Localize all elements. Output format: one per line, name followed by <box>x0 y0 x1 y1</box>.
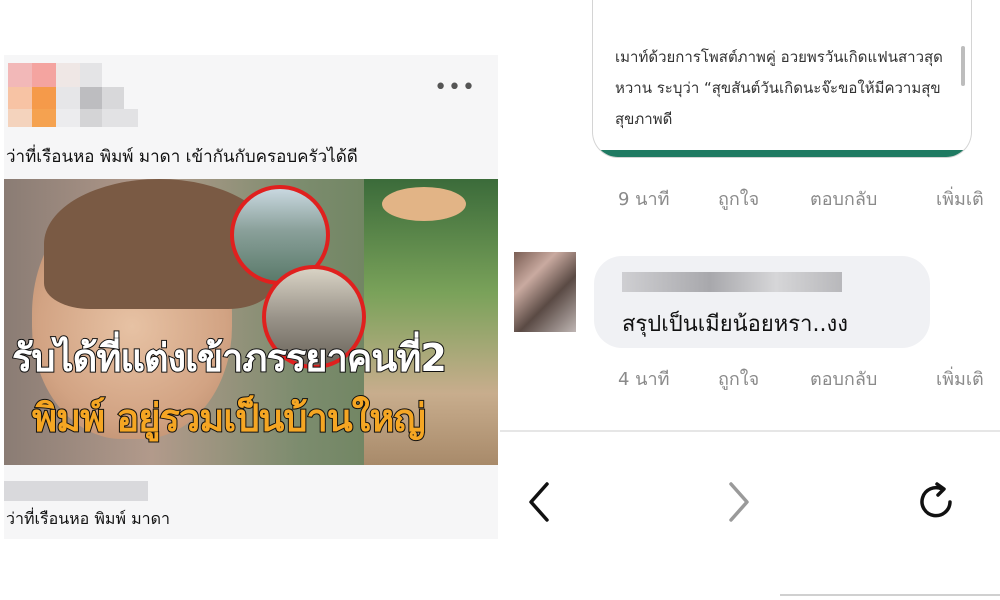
reply-link[interactable]: ตอบกลับ <box>810 364 877 393</box>
more-link[interactable]: เพิ่มเติ <box>936 364 984 393</box>
comment-bubble[interactable]: สรุปเป็นเมียน้อยหรา..งง <box>594 256 930 348</box>
link-preview-card[interactable]: เมาท์ด้วยการโพสต์ภาพคู่ อวยพรวันเกิดแฟนส… <box>592 0 972 158</box>
censored-commenter-name <box>622 272 842 292</box>
reload-button[interactable] <box>914 478 962 526</box>
post-caption: ว่าที่เรือนหอ พิมพ์ มาดา เข้ากันกับครอบค… <box>6 147 358 167</box>
censored-commenter-avatar[interactable] <box>514 252 576 332</box>
post-thumbnail[interactable]: รับได้ที่แต่งเข้าภรรยาคนที่2 พิมพ์ อยู่ร… <box>4 179 498 465</box>
more-options-icon[interactable]: ••• <box>434 75 476 100</box>
preview-scrollbar[interactable] <box>961 46 965 86</box>
home-indicator-line <box>780 594 1000 596</box>
like-link[interactable]: ถูกใจ <box>718 364 759 393</box>
post-header: ••• <box>4 55 498 135</box>
comment-time: 4 นาที <box>618 369 670 390</box>
like-link[interactable]: ถูกใจ <box>718 184 759 213</box>
browser-nav-bar <box>500 432 1000 600</box>
chevron-right-icon <box>729 482 749 522</box>
thumbnail-headline-1: รับได้ที่แต่งเข้าภรรยาคนที่2 <box>11 335 448 381</box>
preview-text: เมาท์ด้วยการโพสต์ภาพคู่ อวยพรวันเกิดแฟนส… <box>615 48 943 128</box>
screenshot-collage: ••• ว่าที่เรือนหอ พิมพ์ มาดา เข้ากันกับค… <box>0 0 1000 600</box>
comment-text: สรุปเป็นเมียน้อยหรา..งง <box>622 312 848 337</box>
comment-time: 9 นาที <box>618 189 670 210</box>
back-button[interactable] <box>516 478 564 526</box>
chevron-left-icon <box>529 482 549 522</box>
comment-thread: เมาท์ด้วยการโพสต์ภาพคู่ อวยพรวันเกิดแฟนส… <box>500 0 1000 600</box>
link-title[interactable]: ว่าที่เรือนหอ พิมพ์ มาดา <box>6 507 170 532</box>
more-link[interactable]: เพิ่มเติ <box>936 184 984 213</box>
reload-icon <box>920 482 952 518</box>
forward-button[interactable] <box>714 478 762 526</box>
thumbnail-headline-2: พิมพ์ อยู่รวมเป็นบ้านใหญ่ <box>31 395 427 441</box>
facebook-post: ••• ว่าที่เรือนหอ พิมพ์ มาดา เข้ากันกับค… <box>4 55 498 539</box>
censored-source-name <box>4 481 148 501</box>
reply-link[interactable]: ตอบกลับ <box>810 184 877 213</box>
thumbnail-hat <box>382 187 466 221</box>
